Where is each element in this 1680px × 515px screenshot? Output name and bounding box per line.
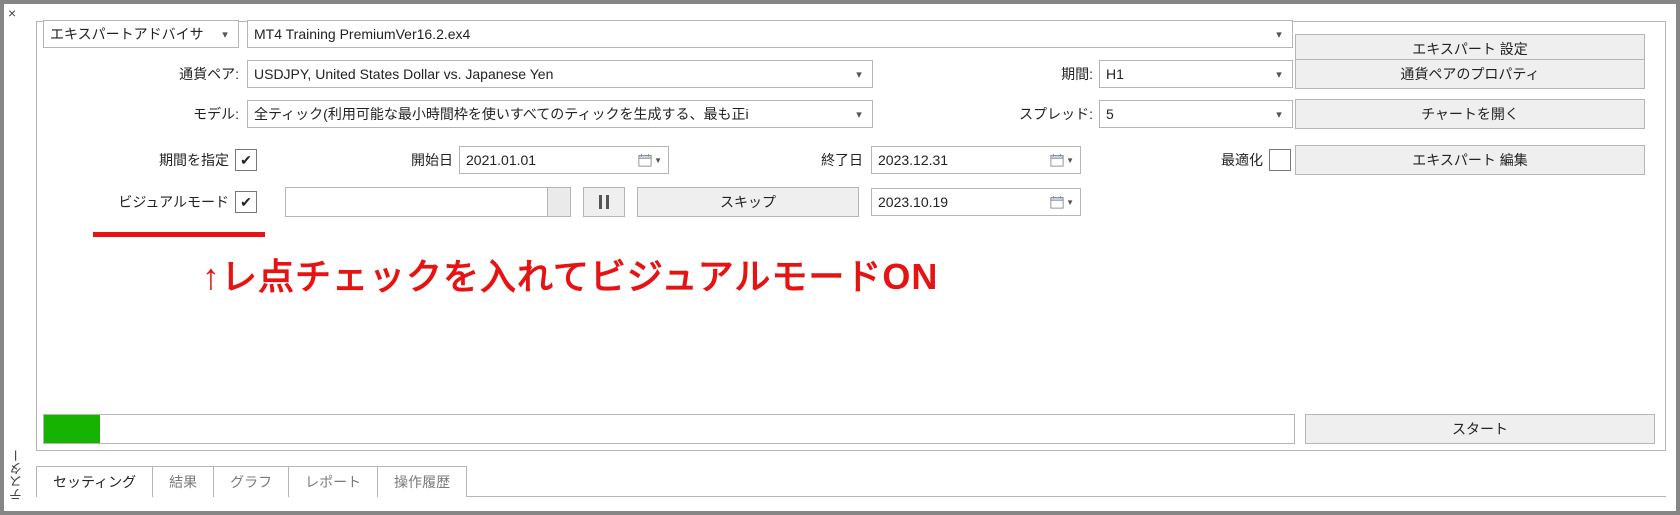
progress-bar [43,414,1295,444]
model-combo[interactable]: 全ティック(利用可能な最小時間枠を使いすべてのティックを生成する、最も正i ▾ [247,100,873,128]
button-label: エキスパート 設定 [1412,39,1527,59]
tab-label: レポート [305,472,361,492]
tab-label: 結果 [169,472,197,492]
open-chart-button[interactable]: チャートを開く [1295,99,1645,129]
advisor-type-label: エキスパートアドバイサ [50,24,218,44]
slider-knob[interactable] [547,188,570,216]
calendar-icon[interactable]: ▼ [1050,195,1074,209]
pause-icon [599,195,609,209]
visual-mode-label: ビジュアルモード [43,188,229,216]
symbol-combo[interactable]: USDJPY, United States Dollar vs. Japanes… [247,60,873,88]
model-label: モデル: [43,100,239,128]
advisor-file-value: MT4 Training PremiumVer16.2.ex4 [254,26,1272,42]
visual-mode-checkbox[interactable]: ✔ [235,191,257,213]
use-period-label: 期間を指定 [43,146,229,174]
optimize-checkbox[interactable] [1269,149,1291,171]
spread-value: 5 [1106,106,1272,122]
tab-graph[interactable]: グラフ [214,466,289,497]
calendar-icon[interactable]: ▼ [638,153,662,167]
tab-settings[interactable]: セッティング [36,466,153,497]
chevron-down-icon: ▾ [218,28,232,41]
spread-combo[interactable]: 5 ▾ [1099,100,1293,128]
visual-date-value: 2023.10.19 [878,194,948,210]
tab-results[interactable]: 結果 [153,466,214,497]
chevron-down-icon: ▾ [852,108,866,121]
from-date-value: 2021.01.01 [466,152,536,168]
calendar-icon[interactable]: ▼ [1050,153,1074,167]
period-value: H1 [1106,66,1272,82]
to-date-input[interactable]: 2023.12.31 ▼ [871,146,1081,174]
advisor-type-combo[interactable]: エキスパートアドバイサ ▾ [43,20,239,48]
period-combo[interactable]: H1 ▾ [1099,60,1293,88]
from-date-input[interactable]: 2021.01.01 ▼ [459,146,669,174]
advisor-file-combo[interactable]: MT4 Training PremiumVer16.2.ex4 ▾ [247,20,1293,48]
to-date-value: 2023.12.31 [878,152,948,168]
model-value: 全ティック(利用可能な最小時間枠を使いすべてのティックを生成する、最も正i [254,104,852,124]
period-label: 期間: [907,60,1093,88]
from-date-label: 開始日 [297,146,453,174]
chevron-down-icon: ▾ [1272,28,1286,41]
spread-label: スプレッド: [907,100,1093,128]
tab-label: 操作履歴 [394,472,450,492]
visual-date-input[interactable]: 2023.10.19 ▼ [871,188,1081,216]
chevron-down-icon: ▾ [1272,108,1286,121]
slider-track [286,188,547,216]
close-icon[interactable]: × [8,6,16,20]
bottom-tabs: セッティング 結果 グラフ レポート 操作履歴 [36,463,1666,497]
use-period-checkbox[interactable]: ✔ [235,149,257,171]
tester-panel: エキスパートアドバイサ ▾ MT4 Training PremiumVer16.… [36,21,1666,451]
annotation-underline [93,232,265,237]
annotation-text: ↑レ点チェックを入れてビジュアルモードON [202,248,938,300]
tester-window: × テスター エキスパートアドバイサ ▾ MT4 Training Premiu… [0,0,1680,515]
symbol-properties-button[interactable]: 通貨ペアのプロパティ [1295,59,1645,89]
tab-report[interactable]: レポート [289,466,378,497]
chevron-down-icon: ▾ [852,68,866,81]
button-label: スタート [1452,419,1508,439]
symbol-value: USDJPY, United States Dollar vs. Japanes… [254,66,852,82]
to-date-label: 終了日 [697,146,863,174]
button-label: 通貨ペアのプロパティ [1400,64,1539,84]
button-label: エキスパート 編集 [1412,150,1527,170]
optimize-label: 最適化 [1127,146,1263,174]
start-button[interactable]: スタート [1305,414,1655,444]
expert-edit-button[interactable]: エキスパート 編集 [1295,145,1645,175]
chevron-down-icon: ▾ [1272,68,1286,81]
tester-vertical-tab[interactable]: テスター [7,449,26,501]
tab-journal[interactable]: 操作履歴 [378,466,467,497]
visual-speed-slider[interactable] [285,187,571,217]
pause-button[interactable] [583,187,625,217]
tab-label: グラフ [230,472,272,492]
button-label: チャートを開く [1421,104,1519,124]
progress-fill [44,415,100,443]
skip-button[interactable]: スキップ [637,187,859,217]
tab-label: セッティング [53,472,136,492]
symbol-label: 通貨ペア: [43,60,239,88]
button-label: スキップ [720,192,776,212]
